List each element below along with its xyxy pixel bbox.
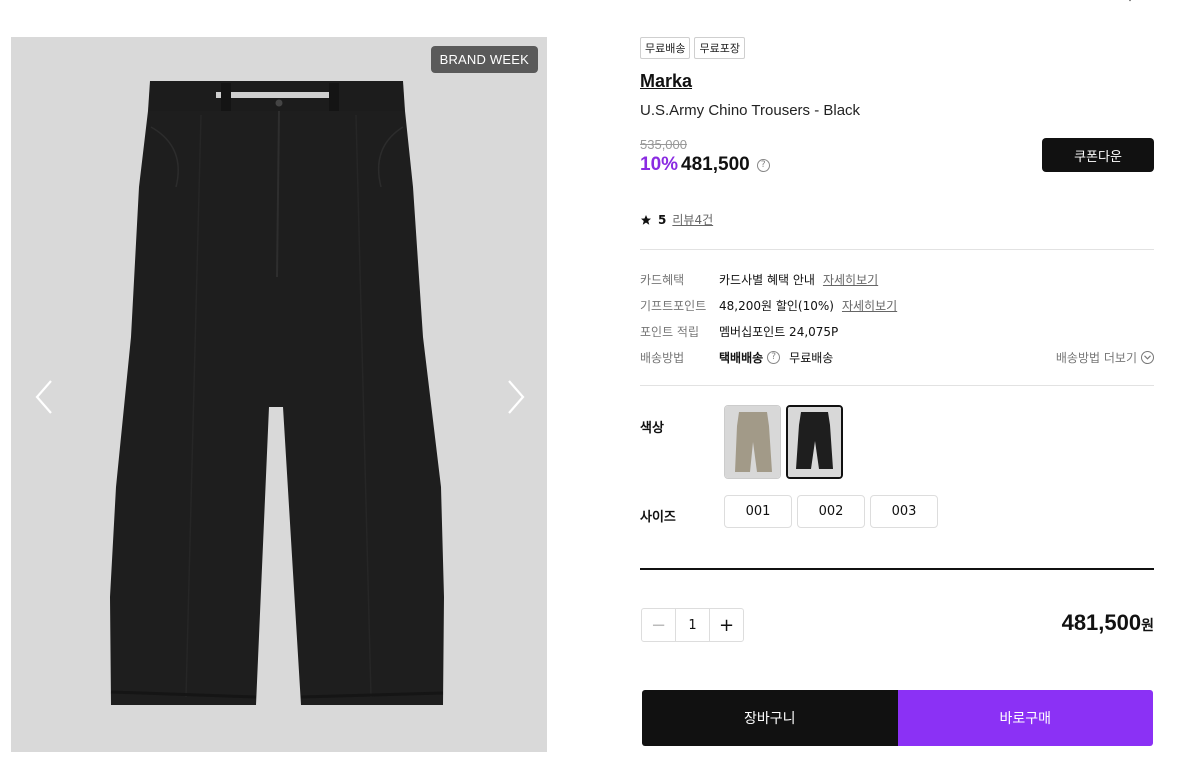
shipping-tags: 무료배송 무료포장 [640,37,1154,59]
decrease-quantity-button[interactable]: − [642,609,676,641]
rating-row: 5 리뷰4건 [640,211,1154,228]
shipping-info-icon[interactable]: ? [767,350,781,364]
heart-icon[interactable] [1156,0,1168,2]
chevron-down-icon [1141,350,1154,364]
section-divider [640,568,1154,570]
reviews-link[interactable]: 리뷰4건 [672,211,713,228]
divider [640,385,1154,386]
gift-details-link[interactable]: 자세히보기 [842,297,897,314]
benefit-row-shipping: 배송방법 택배배송 ? 무료배송 배송방법 더보기 [640,344,1154,370]
star-icon [641,214,651,225]
free-wrapping-tag: 무료포장 [694,37,745,59]
brand-link[interactable]: Marka [640,71,1154,92]
previous-image-arrow-icon[interactable] [29,377,59,417]
buy-now-button[interactable]: 바로구매 [897,690,1153,746]
size-option-002[interactable]: 002 [797,495,865,528]
product-image-gallery: BRAND WEEK [11,37,547,752]
card-details-link[interactable]: 자세히보기 [823,271,878,288]
benefit-value: 카드사별 혜택 안내 [719,272,815,287]
increase-quantity-button[interactable]: + [709,609,743,641]
next-image-arrow-icon[interactable] [501,377,531,417]
header-icons [1124,0,1168,2]
size-label: 사이즈 [640,510,676,525]
shipping-more-label: 배송방법 더보기 [1055,350,1137,365]
size-option-001[interactable]: 001 [724,495,792,528]
currency-unit: 원 [1141,618,1154,634]
rating-score: 5 [658,212,667,227]
benefit-value: 멤버십포인트 24,075P [719,324,839,339]
color-label: 색상 [640,421,664,436]
size-option: 사이즈 001 002 003 [640,495,1154,535]
brand-week-badge: BRAND WEEK [430,46,538,73]
benefit-row-card: 카드혜택 카드사별 혜택 안내 자세히보기 [640,266,1154,292]
benefit-label: 카드혜택 [640,272,685,287]
size-option-003[interactable]: 003 [870,495,938,528]
benefits-list: 카드혜택 카드사별 혜택 안내 자세히보기 기프트포인트 48,200원 할인(… [640,266,1154,370]
quantity-stepper: − 1 + [641,608,744,642]
black-trousers-thumbnail [788,407,841,477]
share-icon[interactable] [1124,0,1138,2]
product-name: U.S.Army Chino Trousers - Black [640,102,861,119]
coupon-download-button[interactable]: 쿠폰다운 [1042,138,1154,172]
total-amount: 481,500 [1061,610,1142,635]
discount-rate: 10% [640,154,679,175]
product-info-panel: 무료배송 무료포장 Marka U.S.Army Chino Trousers … [640,37,1154,535]
price-info-icon[interactable]: ? [756,158,770,172]
benefit-row-gift: 기프트포인트 48,200원 할인(10%) 자세히보기 [640,292,1154,318]
shipping-method: 택배배송 [719,350,764,365]
benefit-value: 48,200원 할인(10%) [719,298,834,313]
color-swatch-beige[interactable] [724,405,781,479]
price-section: 535,000 10% 481,500 ? 쿠폰다운 [640,137,1154,181]
benefit-label: 포인트 적립 [640,324,700,339]
color-swatch-black[interactable] [786,405,843,479]
free-shipping-tag: 무료배송 [640,37,691,59]
total-price: 481,500원 [1062,610,1154,636]
product-image [110,81,444,705]
add-to-cart-button[interactable]: 장바구니 [642,690,898,746]
sale-price: 481,500 [681,154,750,175]
benefit-row-points: 포인트 적립 멤버십포인트 24,075P [640,318,1154,344]
beige-trousers-thumbnail [725,406,780,478]
shipping-fee: 무료배송 [789,350,834,365]
benefit-label: 기프트포인트 [640,298,707,313]
purchase-buttons: 장바구니 바로구매 [642,690,1153,746]
divider [640,249,1154,250]
quantity-value[interactable]: 1 [676,609,709,641]
color-option: 색상 [640,405,1154,495]
shipping-more-link[interactable]: 배송방법 더보기 [1056,349,1154,366]
benefit-label: 배송방법 [640,350,685,365]
